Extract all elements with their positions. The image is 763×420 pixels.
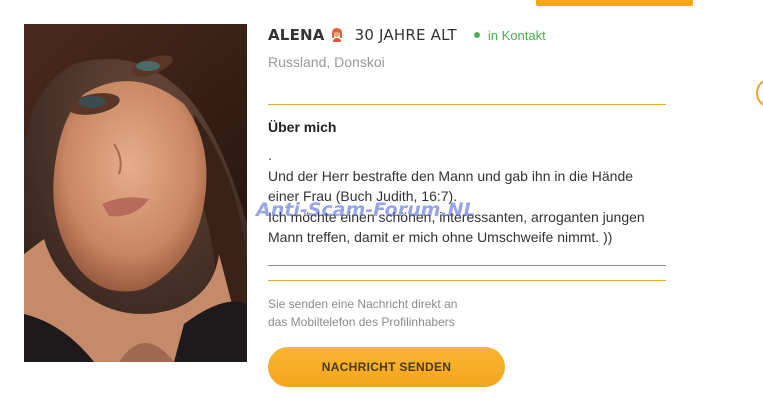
about-divider xyxy=(268,280,666,281)
profile-page: ALENA 30 JAHRE ALT in Kontakt Russland, … xyxy=(0,0,763,420)
profile-header: ALENA 30 JAHRE ALT in Kontakt xyxy=(268,24,546,46)
about-text: . Und der Herr bestrafte den Mann und ga… xyxy=(268,147,645,245)
message-info-line-2: das Mobiltelefon des Profilinhabers xyxy=(268,315,455,329)
contact-status: in Kontakt xyxy=(487,27,546,43)
profile-photo-image xyxy=(24,24,247,362)
message-info-line-1: Sie senden eine Nachricht direkt an xyxy=(268,297,458,311)
about-heading: Über mich xyxy=(268,119,337,135)
header-divider xyxy=(268,104,666,105)
online-status-dot xyxy=(473,32,480,38)
female-icon xyxy=(329,27,345,43)
about-underline xyxy=(268,265,666,266)
side-nav-circle[interactable] xyxy=(756,78,763,108)
profile-name[interactable]: ALENA xyxy=(268,26,325,44)
profile-photo[interactable] xyxy=(24,24,247,362)
send-message-button[interactable]: NACHRICHT SENDEN xyxy=(268,347,505,387)
profile-location: Russland, Donskoi xyxy=(268,54,385,70)
profile-age: 30 JAHRE ALT xyxy=(354,26,457,44)
message-info: Sie senden eine Nachricht direkt an das … xyxy=(268,295,457,331)
top-accent-bar xyxy=(536,0,693,6)
